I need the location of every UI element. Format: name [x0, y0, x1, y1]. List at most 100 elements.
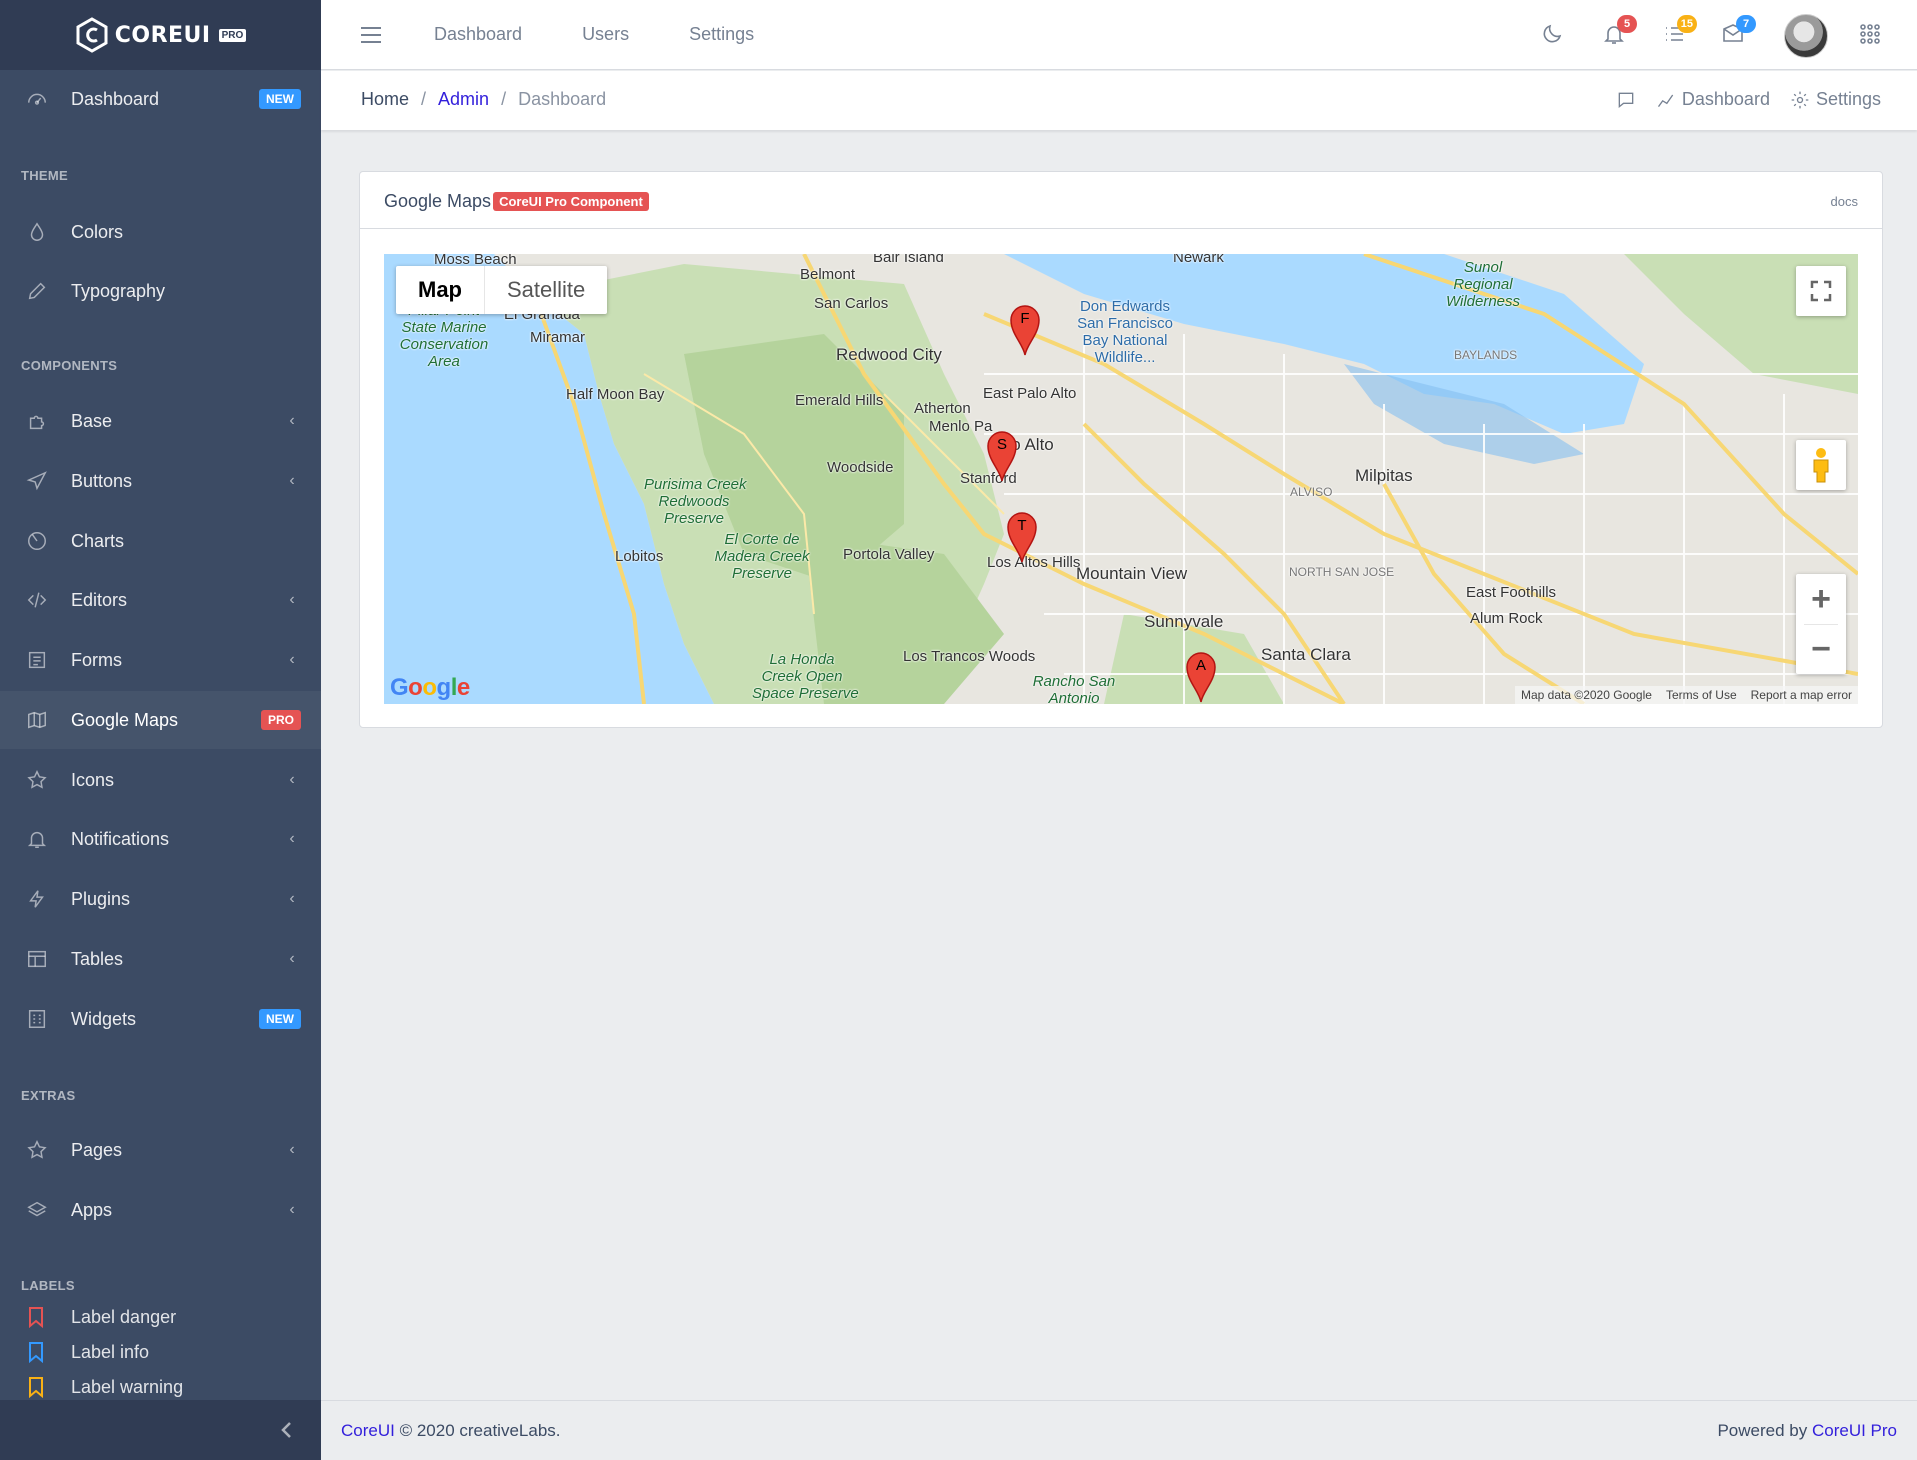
- marker-label: S: [996, 436, 1007, 453]
- messages-button[interactable]: 7: [1721, 15, 1756, 48]
- chevron-left-icon: [281, 1422, 291, 1438]
- fullscreen-button[interactable]: [1796, 266, 1846, 316]
- sidebar-item-label-danger[interactable]: Label danger: [26, 1306, 176, 1328]
- speedometer-icon: [26, 88, 48, 110]
- street-view-pegman-button[interactable]: [1796, 440, 1846, 490]
- header-nav-settings[interactable]: Settings: [689, 24, 754, 45]
- zoom-in-button[interactable]: +: [1796, 574, 1846, 624]
- map-place-label: NORTH SAN JOSE: [1289, 565, 1395, 579]
- header-nav-users[interactable]: Users: [582, 24, 629, 45]
- tasks-button[interactable]: 15: [1662, 15, 1697, 48]
- footer-powered-link[interactable]: CoreUI Pro: [1812, 1421, 1897, 1440]
- sidebar-item-label-info[interactable]: Label info: [26, 1341, 149, 1363]
- sidebar-item-charts[interactable]: Charts: [0, 512, 321, 570]
- sidebar-item-google-maps[interactable]: Google Maps PRO: [0, 691, 321, 749]
- map-marker-t[interactable]: T: [1006, 511, 1038, 563]
- sidebar-toggle-button[interactable]: [361, 27, 381, 43]
- apps-grid-button[interactable]: [1858, 22, 1884, 48]
- notifications-button[interactable]: 5: [1602, 15, 1637, 48]
- sidebar-item-forms[interactable]: Forms ‹: [0, 631, 321, 689]
- moon-icon: [1543, 24, 1562, 43]
- cursor-icon: [26, 470, 48, 492]
- footer-brand-link[interactable]: CoreUI: [341, 1421, 395, 1440]
- bell-icon: [26, 828, 48, 850]
- map-place-label: Sunnyvale: [1144, 612, 1224, 631]
- map-place-label: Rancho San Antonio: [1032, 673, 1116, 704]
- sidebar-item-label-warning[interactable]: Label warning: [26, 1376, 183, 1398]
- sidebar-item-typography[interactable]: Typography: [0, 262, 321, 320]
- map-type-satellite-button[interactable]: Satellite: [485, 266, 607, 314]
- star-icon: [26, 769, 48, 791]
- footer-powered: Powered by CoreUI Pro: [1717, 1421, 1897, 1441]
- header-nav: Dashboard Users Settings: [434, 24, 754, 45]
- sidebar-item-colors[interactable]: Colors: [0, 203, 321, 261]
- sidebar-item-label: Label info: [71, 1341, 150, 1362]
- footer-copyright-text: © 2020 creativeLabs.: [399, 1421, 561, 1440]
- sidebar-item-notifications[interactable]: Notifications ‹: [0, 810, 321, 868]
- sidebar-item-icons[interactable]: Icons ‹: [0, 751, 321, 809]
- card-header: Google Maps CoreUI Pro Component docs: [360, 172, 1882, 229]
- brand-name: COREUI: [114, 22, 211, 48]
- map-place-label: Sunol Regional Wilderness: [1445, 259, 1521, 310]
- pro-badge: PRO: [260, 710, 301, 730]
- hamburger-icon: [361, 27, 381, 29]
- chevron-left-icon: ‹: [289, 950, 295, 967]
- header-nav-dashboard[interactable]: Dashboard: [434, 24, 522, 45]
- map-place-label: Half Moon Bay: [566, 386, 665, 403]
- sidebar-item-apps[interactable]: Apps ‹: [0, 1181, 321, 1239]
- pegman-icon: [1813, 448, 1829, 483]
- map-type-map-button[interactable]: Map: [396, 266, 485, 314]
- sidebar-item-pages[interactable]: Pages ‹: [0, 1121, 321, 1179]
- map-marker-a[interactable]: A: [1185, 651, 1217, 703]
- avatar[interactable]: [1784, 14, 1828, 58]
- map-place-label: Redwood City: [836, 345, 942, 364]
- new-badge: NEW: [259, 1009, 301, 1029]
- map-place-label: East Foothills: [1466, 584, 1557, 601]
- terms-of-use-link[interactable]: Terms of Use: [1666, 688, 1737, 702]
- sidebar-item-base[interactable]: Base ‹: [0, 392, 321, 450]
- map-place-label: San Carlos: [814, 295, 889, 312]
- breadcrumb-admin[interactable]: Admin: [438, 89, 489, 110]
- sidebar-item-widgets[interactable]: Widgets NEW: [0, 990, 321, 1048]
- google-logo: Google: [390, 674, 470, 701]
- dark-mode-toggle[interactable]: [1540, 22, 1566, 48]
- subheader: Home / Admin / Dashboard Dashboard Setti…: [321, 71, 1917, 130]
- sidebar-item-label: Editors: [71, 589, 128, 610]
- graph-icon: [1657, 94, 1674, 107]
- sidebar-item-plugins[interactable]: Plugins ‹: [0, 870, 321, 928]
- section-title-components: COMPONENTS: [21, 358, 118, 373]
- sidebar-minimizer-button[interactable]: [275, 1418, 299, 1442]
- sidebar-item-label: Plugins: [71, 888, 131, 909]
- map-place-label: La Honda Creek Open Space Preserve: [752, 651, 859, 702]
- notes-icon: [26, 649, 48, 671]
- sidebar-brand[interactable]: COREUI PRO: [0, 0, 321, 70]
- pro-component-badge: CoreUI Pro Component: [493, 192, 649, 211]
- map-attribution: Map data ©2020 Google Terms of Use Repor…: [1515, 686, 1858, 704]
- sidebar-item-buttons[interactable]: Buttons ‹: [0, 452, 321, 510]
- bookmark-icon: [29, 1307, 43, 1328]
- breadcrumb-home[interactable]: Home: [361, 89, 409, 110]
- subheader-settings-link[interactable]: Settings: [1790, 89, 1881, 110]
- map-marker-f[interactable]: F: [1009, 304, 1041, 356]
- map-marker-s[interactable]: S: [986, 430, 1018, 482]
- map-place-label: Miramar: [530, 329, 585, 346]
- map-place-label: Santa Clara: [1261, 645, 1351, 664]
- zoom-out-button[interactable]: −: [1796, 624, 1846, 674]
- comment-button[interactable]: [1616, 90, 1636, 110]
- columns-icon: [26, 948, 48, 970]
- docs-link[interactable]: docs: [1831, 194, 1858, 209]
- sidebar-item-label: Base: [71, 410, 113, 431]
- map-place-label: BAYLANDS: [1454, 348, 1518, 362]
- google-map[interactable]: Moss Beach Bair Island Newark Belmont Sa…: [384, 254, 1858, 704]
- report-map-error-link[interactable]: Report a map error: [1751, 688, 1852, 702]
- speech-icon: [1618, 92, 1634, 108]
- chart-pie-icon: [26, 530, 48, 552]
- footer-powered-text: Powered by: [1717, 1421, 1808, 1440]
- sidebar-item-tables[interactable]: Tables ‹: [0, 930, 321, 988]
- map-place-label: Milpitas: [1355, 466, 1413, 485]
- subheader-dashboard-link[interactable]: Dashboard: [1656, 89, 1770, 110]
- bookmark-icon: [29, 1342, 43, 1363]
- sidebar-item-label: Buttons: [71, 470, 133, 491]
- sidebar-item-editors[interactable]: Editors ‹: [0, 571, 321, 629]
- sidebar-item-dashboard[interactable]: Dashboard NEW: [0, 70, 321, 128]
